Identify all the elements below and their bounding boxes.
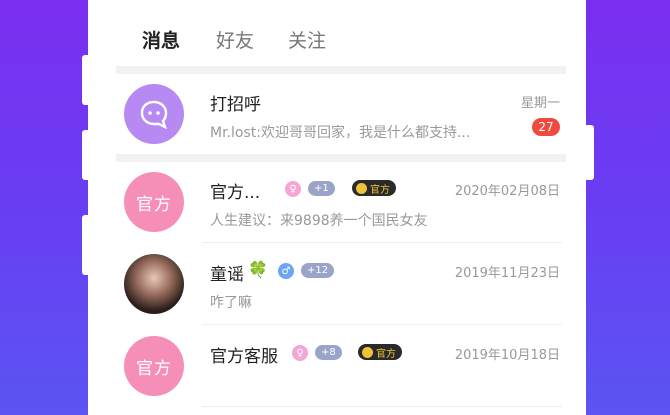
greetings-avatar [124,84,184,144]
conversation-preview: 人生建议：来9898养一个国民女友 [210,213,428,229]
clover-emoji: 🍀 [248,260,268,279]
official-badge-label: 官方 [370,184,390,196]
avatar-text: 官方 [136,358,172,379]
tab-following[interactable]: 关注 [288,26,326,53]
avatar-text: 官方 [136,194,172,215]
level-badge: +1 [308,181,335,196]
row-divider [202,406,562,407]
conversation-time: 星期一 [520,96,560,111]
official-avatar: 官方 [124,172,184,232]
official-avatar: 官方 [124,336,184,396]
unread-count-badge: 27 [532,118,560,136]
level-badge: +8 [315,345,342,360]
tab-messages[interactable]: 消息 [142,26,180,53]
crown-icon [356,182,367,194]
message-screen: 消息 好友 关注 打招呼 Mr.lost:欢迎哥哥回家，我是什么都支持... 星… [88,0,586,415]
level-badge: +12 [301,263,335,278]
user-avatar [124,254,184,314]
section-separator [116,154,566,162]
conversation-preview: 咋了嘛 [210,295,252,311]
conversation-time: 2019年11月23日 [454,266,560,281]
section-separator [116,66,566,74]
female-icon: ♀ [292,345,308,361]
tab-bar: 消息 好友 关注 [88,0,586,66]
tab-friends[interactable]: 好友 [216,26,254,53]
conversation-row-official-support[interactable]: 官方 官方客服 ♀ +8 官方 2019年10月18日 [88,326,586,406]
conversation-time: 2019年10月18日 [454,348,560,363]
crown-icon [362,346,373,358]
row-divider [202,242,562,243]
official-badge: 官方 [358,344,402,360]
conversation-name: 官方... [210,183,261,203]
official-badge-label: 官方 [376,348,396,360]
conversation-name: 官方客服 [210,347,278,367]
female-icon: ♀ [285,181,301,197]
male-icon: ♂ [278,263,294,279]
conversation-preview: Mr.lost:欢迎哥哥回家，我是什么都支持... [210,125,471,141]
chat-bubble-icon [140,100,168,129]
conversation-row-tongyao[interactable]: 童谣 🍀 ♂ +12 2019年11月23日 咋了嘛 [88,244,586,324]
official-badge: 官方 [352,180,396,196]
conversation-row-official[interactable]: 官方 官方... ♀ +1 官方 2020年02月08日 人生建议：来9898养… [88,162,586,242]
conversation-name: 打招呼 [210,95,261,115]
conversation-time: 2020年02月08日 [454,184,560,199]
conversation-row-greetings[interactable]: 打招呼 Mr.lost:欢迎哥哥回家，我是什么都支持... 星期一 27 [88,74,586,154]
conversation-name: 童谣 [210,265,244,285]
row-divider [202,324,562,325]
